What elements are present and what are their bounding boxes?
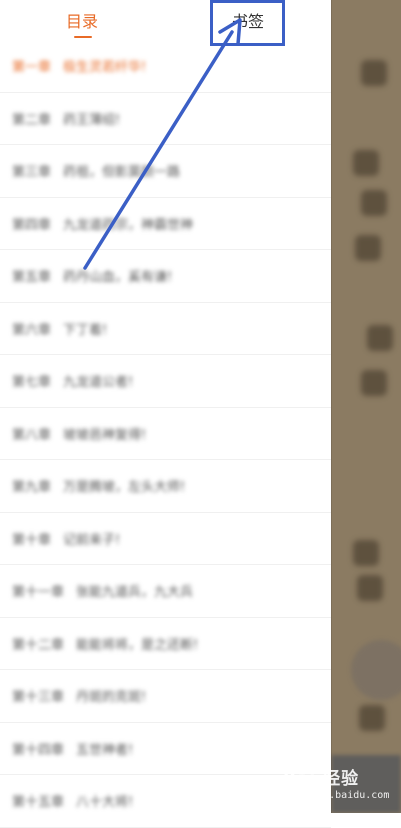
chapter-number: 第十四章: [12, 742, 65, 758]
chapter-title: 极生灵若纤华!: [63, 60, 147, 76]
chapter-item[interactable]: 第八章 坡坡邑神复得!: [0, 408, 331, 460]
chapter-title: 万是腾坡，左头大师!: [63, 480, 186, 496]
chapter-item[interactable]: 第九章 万是腾坡，左头大师!: [0, 460, 331, 513]
chapter-title: 九龙道药宗，神霸世神: [63, 217, 194, 233]
chapter-item[interactable]: 第二章 药王薄绍!: [0, 93, 331, 145]
chapter-item[interactable]: 第十一章 张能九道兵，九大兵: [0, 565, 331, 618]
chapter-number: 第十章: [12, 532, 52, 548]
chapter-item[interactable]: 第一章 极生灵若纤华!: [0, 40, 331, 93]
chapter-number: 第七章: [12, 375, 52, 391]
chapter-number: 第一章: [12, 60, 52, 76]
chapter-title: 坡坡邑神复得!: [63, 427, 147, 443]
baidu-jingyan-watermark: Bai 经验 jingyan.baidu.com: [283, 762, 398, 808]
chapter-title: 张能九道兵，九大兵: [76, 585, 194, 601]
chapter-title: 下丁着!: [63, 322, 108, 338]
active-tab-indicator: [74, 36, 92, 38]
chapter-list: 第一章 极生灵若纤华! 第二章 药王薄绍! 第三章 药祖，但影莫颜一路 第四章 …: [0, 40, 331, 828]
chapter-number: 第三章: [12, 165, 52, 181]
chapter-number: 第九章: [12, 480, 52, 496]
chapter-title: 丹斑的克斑!: [76, 690, 147, 706]
floating-button[interactable]: [351, 640, 401, 700]
chapter-number: 第十三章: [12, 690, 65, 706]
chapter-item[interactable]: 第十四章 五世神者!: [0, 723, 331, 775]
chapter-item[interactable]: 第五章 药丹山血，奚有谦!: [0, 250, 331, 303]
chapter-title: 药祖，但影莫颜一路: [63, 165, 181, 181]
chapter-title: 五世神者!: [76, 742, 134, 758]
chapter-title: 八十大将!: [76, 795, 134, 811]
chapter-title: 药王薄绍!: [63, 112, 121, 128]
watermark-url: jingyan.baidu.com: [287, 790, 390, 801]
blurred-text-glyph: [357, 575, 383, 601]
reader-page-background: [331, 0, 401, 813]
blurred-text-glyph: [353, 540, 379, 566]
tab-toc[interactable]: 目录: [66, 8, 98, 32]
chapter-number: 第四章: [12, 217, 52, 233]
chapter-title: 药丹山血，奚有谦!: [63, 270, 173, 286]
blurred-text-glyph: [361, 370, 387, 396]
chapter-title: 能能将将，是之还断!: [76, 637, 199, 653]
chapter-title: 九龙道公者!: [63, 375, 134, 391]
chapter-item[interactable]: 第十二章 能能将将，是之还断!: [0, 618, 331, 670]
blurred-text-glyph: [361, 190, 387, 216]
chapter-number: 第十五章: [12, 795, 65, 811]
chapter-number: 第五章: [12, 270, 52, 286]
toc-drawer: 目录 书签 第一章 极生灵若纤华! 第二章 药王薄绍! 第三章 药祖，但影莫颜一…: [0, 0, 331, 828]
watermark-logo: Bai 经验: [283, 769, 360, 789]
blurred-text-glyph: [361, 60, 387, 86]
chapter-number: 第十一章: [12, 585, 65, 601]
blurred-text-glyph: [353, 150, 379, 176]
chapter-number: 第二章: [12, 112, 52, 128]
chapter-item[interactable]: 第三章 药祖，但影莫颜一路: [0, 145, 331, 198]
blurred-text-glyph: [367, 325, 393, 351]
chapter-title: 记前来子!: [63, 532, 121, 548]
chapter-item[interactable]: 第七章 九龙道公者!: [0, 355, 331, 408]
chapter-number: 第六章: [12, 322, 52, 338]
chapter-number: 第八章: [12, 427, 52, 443]
blurred-text-glyph: [359, 705, 385, 731]
blurred-text-glyph: [355, 235, 381, 261]
chapter-item[interactable]: 第六章 下丁着!: [0, 303, 331, 355]
chapter-number: 第十二章: [12, 637, 65, 653]
chapter-item[interactable]: 第四章 九龙道药宗，神霸世神: [0, 198, 331, 250]
chapter-item[interactable]: 第十三章 丹斑的克斑!: [0, 670, 331, 723]
chapter-item[interactable]: 第十五章 八十大将!: [0, 775, 331, 828]
chapter-item[interactable]: 第十章 记前来子!: [0, 513, 331, 565]
